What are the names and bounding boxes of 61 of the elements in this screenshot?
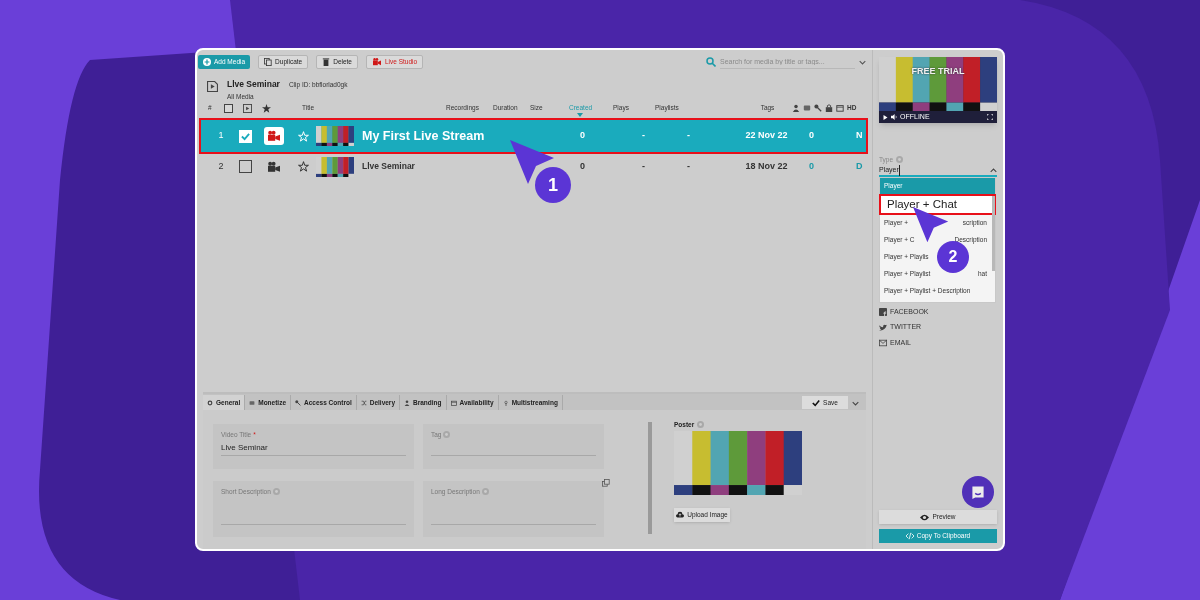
- volume-icon: [891, 114, 897, 120]
- lock-icon: [825, 104, 833, 112]
- chevron-up-icon: [990, 166, 997, 174]
- fullscreen-icon: [987, 114, 993, 120]
- calendar-icon: [450, 399, 457, 406]
- chat-icon: [971, 485, 985, 499]
- table-cell-text: 0: [809, 159, 814, 173]
- code-icon: [905, 532, 914, 540]
- help-icon: [896, 156, 904, 164]
- scrollbar[interactable]: [992, 195, 995, 271]
- table-cell-text: -: [642, 159, 645, 173]
- star-icon: [297, 130, 309, 142]
- star-icon: [262, 103, 271, 113]
- video-file-icon: [207, 80, 218, 93]
- row-number: 1: [217, 129, 225, 143]
- table-cell: 0: [809, 129, 814, 143]
- eye-icon: [920, 512, 930, 522]
- plus-icon: [203, 58, 211, 66]
- table-cell-text: D: [856, 159, 863, 173]
- video-file-icon: [243, 103, 252, 113]
- check-icon: [241, 131, 251, 141]
- media-title[interactable]: Llve Seminar: [362, 160, 415, 173]
- star-icon: [297, 161, 309, 172]
- check-icon: [812, 398, 821, 407]
- chat-button[interactable]: [962, 476, 994, 508]
- table-cell-text: 18 Nov 22: [745, 159, 788, 173]
- row-checkbox[interactable]: [239, 129, 253, 143]
- gear-icon: [207, 399, 213, 406]
- envelope-icon: [879, 339, 887, 347]
- table-cell-text: -: [687, 159, 690, 173]
- chevron-down-icon: [859, 58, 866, 66]
- calendar-icon: [836, 104, 844, 112]
- camera-icon: [267, 130, 280, 142]
- select-all-checkbox[interactable]: [224, 103, 233, 113]
- key-icon: [814, 104, 822, 112]
- folder-title: Llve Seminar: [227, 78, 280, 91]
- cloud-upload-icon: [676, 510, 685, 519]
- table-cell: 22 Nov 22: [745, 129, 788, 143]
- search-icon: [706, 57, 716, 67]
- trash-icon: [322, 58, 331, 66]
- help-icon: [697, 421, 705, 429]
- table-cell: -: [687, 129, 690, 143]
- facebook-icon: [879, 308, 887, 316]
- copy-icon: [264, 58, 273, 66]
- table-cell: 0: [580, 129, 585, 143]
- shuffle-icon: [360, 399, 367, 406]
- expand-icon: [602, 479, 610, 487]
- play-icon: [883, 114, 888, 120]
- key-icon: [295, 399, 302, 406]
- bird-icon: [879, 323, 887, 332]
- person-icon: [404, 399, 410, 406]
- table-cell-text: 0: [580, 159, 585, 173]
- person-icon: [792, 104, 800, 112]
- chevron-down-icon: [851, 399, 859, 407]
- camera-icon: [372, 58, 382, 66]
- field-value: Llve Seminar: [221, 442, 268, 452]
- table-cell: -: [642, 129, 645, 143]
- row-number: 2: [217, 159, 225, 173]
- table-cell: N: [856, 129, 863, 143]
- row-checkbox[interactable]: [239, 160, 253, 173]
- camera-icon: [267, 160, 280, 173]
